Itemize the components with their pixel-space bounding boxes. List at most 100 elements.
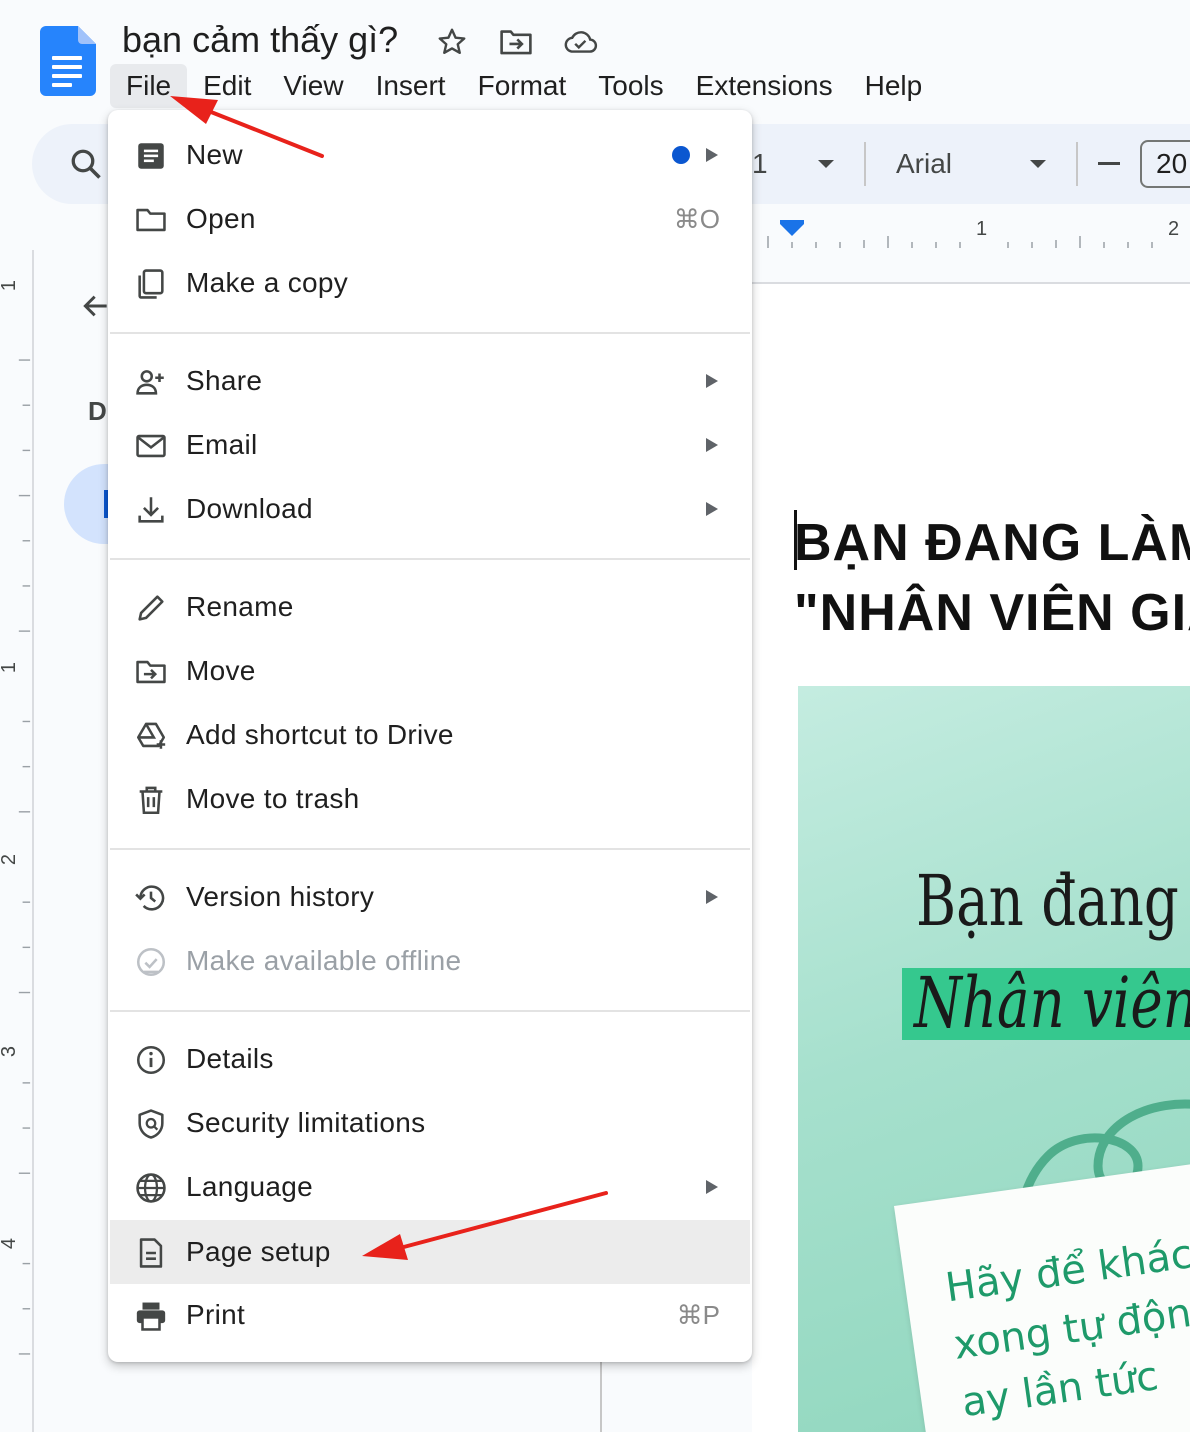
font-size-input[interactable]: 20 [1140, 140, 1190, 188]
menu-item-label: Add shortcut to Drive [186, 719, 454, 750]
ruler-mark: 4 [0, 1237, 21, 1250]
menu-help[interactable]: Help [849, 64, 939, 108]
history-icon [135, 885, 165, 911]
menu-item-open[interactable]: Open ⌘O [108, 187, 752, 251]
menu-item-print[interactable]: Print ⌘P [108, 1283, 752, 1347]
menu-file[interactable]: File [110, 64, 188, 108]
ruler-mark: 2 [0, 853, 21, 866]
menu-item-version-history[interactable]: Version history [108, 865, 752, 929]
search-menus-icon[interactable] [68, 146, 104, 182]
menu-item-make-a-copy[interactable]: Make a copy [108, 251, 752, 315]
doc-icon [138, 143, 164, 169]
font-dropdown-caret-icon[interactable] [1030, 160, 1046, 168]
heading-line: BẠN ĐANG LÀM [794, 514, 1190, 572]
image-text: Nhân viên [914, 962, 1190, 1044]
star-icon[interactable] [434, 24, 470, 60]
download-icon [138, 497, 164, 523]
submenu-arrow-icon [706, 374, 718, 388]
drive-shortcut-icon [136, 722, 166, 749]
menu-item-label: Version history [186, 881, 375, 912]
image-note-card: Hãy để khác xong tự động ay lần tức [894, 1158, 1190, 1432]
menu-item-email[interactable]: Email [108, 413, 752, 477]
menu-insert[interactable]: Insert [360, 64, 462, 108]
image-text: Bạn đang l [916, 860, 1190, 942]
menu-item-page-setup[interactable]: Page setup [110, 1220, 750, 1284]
menu-item-label: Details [186, 1043, 274, 1074]
trash-icon [139, 786, 163, 815]
menu-bar: File Edit View Insert Format Tools Exten… [110, 64, 938, 108]
toolbar-divider [1076, 142, 1078, 186]
heading-line: "NHÂN VIÊN GIẢ [794, 584, 1190, 642]
vertical-ruler[interactable] [0, 250, 34, 1432]
menu-item-label: Download [186, 493, 313, 524]
menu-item-label: Move [186, 655, 256, 686]
menu-item-label: Share [186, 365, 263, 396]
menu-separator [110, 1010, 750, 1012]
ruler-mark: 2 [1168, 218, 1180, 240]
offline-check-icon [136, 947, 166, 977]
menu-item-details[interactable]: Details [108, 1027, 752, 1091]
ruler-mark: 3 [0, 1045, 21, 1058]
submenu-arrow-icon [706, 1180, 718, 1194]
new-indicator-dot [672, 146, 690, 164]
decrease-font-size-icon[interactable] [1098, 162, 1120, 165]
ruler-mark: 1 [0, 279, 21, 292]
menu-item-new[interactable]: New [108, 123, 752, 187]
horizontal-ruler[interactable] [752, 212, 1190, 252]
move-folder-icon[interactable] [498, 24, 534, 60]
copy-icon [138, 269, 164, 299]
menu-item-label: Language [186, 1171, 313, 1202]
mail-icon [136, 434, 166, 458]
menu-item-label: New [186, 139, 243, 170]
image-note-text: Hãy để khác xong tự động ay lần tức [942, 1223, 1190, 1432]
menu-item-label: Security limitations [186, 1107, 426, 1138]
menu-extensions[interactable]: Extensions [680, 64, 849, 108]
menu-format[interactable]: Format [462, 64, 583, 108]
submenu-arrow-icon [706, 502, 718, 516]
menu-item-shortcut: ⌘O [673, 204, 720, 234]
pencil-icon [138, 595, 164, 621]
menu-item-move[interactable]: Move [108, 639, 752, 703]
move-folder-icon [136, 660, 166, 684]
menu-item-label: Rename [186, 591, 294, 622]
menu-edit[interactable]: Edit [187, 64, 267, 108]
menu-item-label: Print [186, 1299, 246, 1330]
menu-item-label: Make available offline [186, 945, 462, 976]
menu-item-language[interactable]: Language [108, 1155, 752, 1219]
zoom-dropdown-caret-icon[interactable] [818, 160, 834, 168]
font-select[interactable]: Arial [896, 146, 952, 182]
menu-item-rename[interactable]: Rename [108, 575, 752, 639]
document-heading[interactable]: BẠN ĐANG LÀM "NHÂN VIÊN GIẢ [794, 508, 1190, 648]
globe-icon [136, 1173, 166, 1203]
menu-item-security-limitations[interactable]: Security limitations [108, 1091, 752, 1155]
submenu-arrow-icon [706, 148, 718, 162]
page-setup-icon [139, 1238, 163, 1268]
menu-item-label: Open [186, 203, 256, 234]
page-edge [600, 1362, 602, 1432]
document-image[interactable]: Bạn đang l Nhân viên Hãy để khác xong tự… [798, 686, 1190, 1432]
outline-heading[interactable]: D [88, 396, 107, 427]
cloud-saved-icon[interactable] [562, 24, 598, 60]
menu-item-label: Move to trash [186, 783, 360, 814]
zoom-select[interactable]: 1 [752, 146, 768, 182]
menu-tools[interactable]: Tools [582, 64, 679, 108]
menu-separator [110, 848, 750, 850]
submenu-arrow-icon [706, 438, 718, 452]
shield-icon [138, 1109, 164, 1139]
menu-view[interactable]: View [267, 64, 359, 108]
menu-item-download[interactable]: Download [108, 477, 752, 541]
menu-item-shortcut: ⌘P [676, 1300, 720, 1330]
menu-separator [110, 558, 750, 560]
menu-item-label: Email [186, 429, 258, 460]
toolbar-divider [864, 142, 866, 186]
menu-item-add-shortcut[interactable]: Add shortcut to Drive [108, 703, 752, 767]
menu-item-share[interactable]: Share [108, 349, 752, 413]
info-icon [136, 1045, 166, 1075]
document-title[interactable]: bạn cảm thấy gì? [122, 18, 398, 62]
folder-icon [136, 208, 166, 232]
menu-item-label: Make a copy [186, 267, 349, 298]
menu-item-label: Page setup [186, 1236, 331, 1267]
ruler-mark: 1 [976, 218, 988, 240]
menu-item-move-to-trash[interactable]: Move to trash [108, 767, 752, 831]
google-docs-logo-icon[interactable] [40, 26, 96, 96]
